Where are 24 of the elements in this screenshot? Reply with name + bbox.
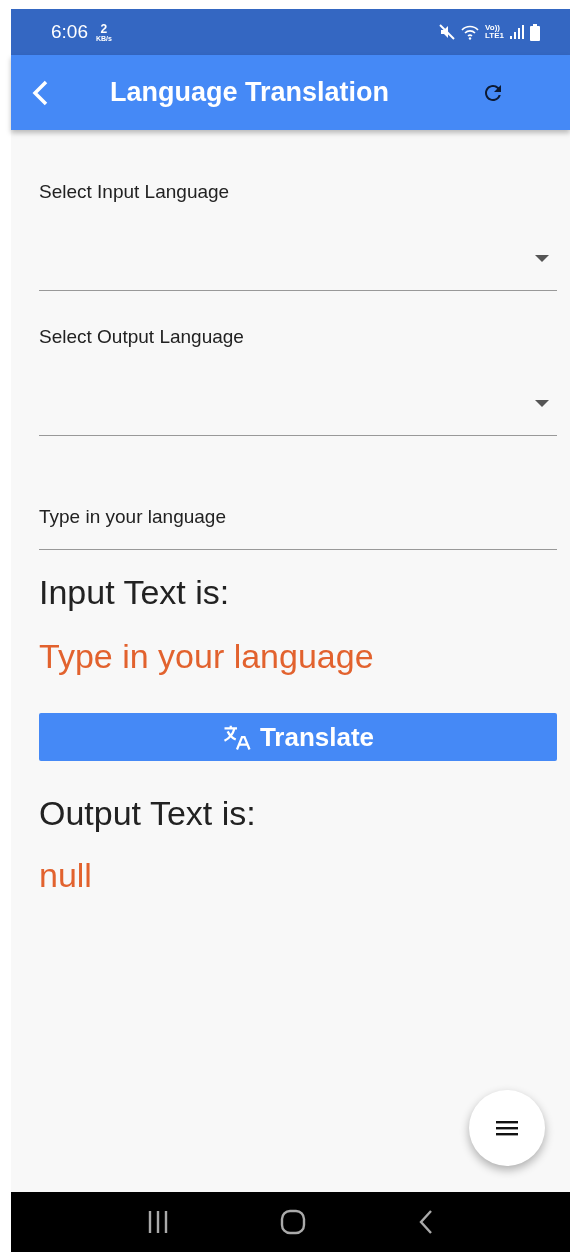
network-label: LTE1 (485, 32, 504, 40)
output-text: null (39, 855, 93, 895)
dropdown-label: Select Input Language (39, 180, 231, 204)
back-icon[interactable] (418, 1209, 435, 1235)
network-label: Vo)) (485, 24, 500, 32)
dropdown-arrow-icon (535, 400, 549, 407)
wifi-icon (461, 24, 480, 40)
app-title: Language Translation (110, 77, 390, 108)
clock: 6:06 (51, 21, 88, 43)
speed-value: 2 (100, 22, 108, 35)
dropdown-arrow-icon (535, 255, 549, 262)
output-heading: Output Text is: (39, 793, 257, 833)
signal-icon (510, 24, 524, 40)
input-text: Type in your language (39, 636, 375, 676)
translate-button[interactable]: Translate (39, 713, 557, 761)
menu-icon (496, 1120, 518, 1136)
text-input-field[interactable]: Type in your language (39, 499, 557, 550)
dropdown-label: Select Output Language (39, 325, 245, 349)
mute-icon (439, 24, 456, 40)
input-heading: Input Text is: (39, 572, 231, 612)
menu-button[interactable] (469, 1090, 545, 1166)
battery-icon (530, 23, 540, 41)
recent-apps-icon[interactable] (146, 1209, 169, 1235)
home-icon[interactable] (280, 1209, 307, 1235)
